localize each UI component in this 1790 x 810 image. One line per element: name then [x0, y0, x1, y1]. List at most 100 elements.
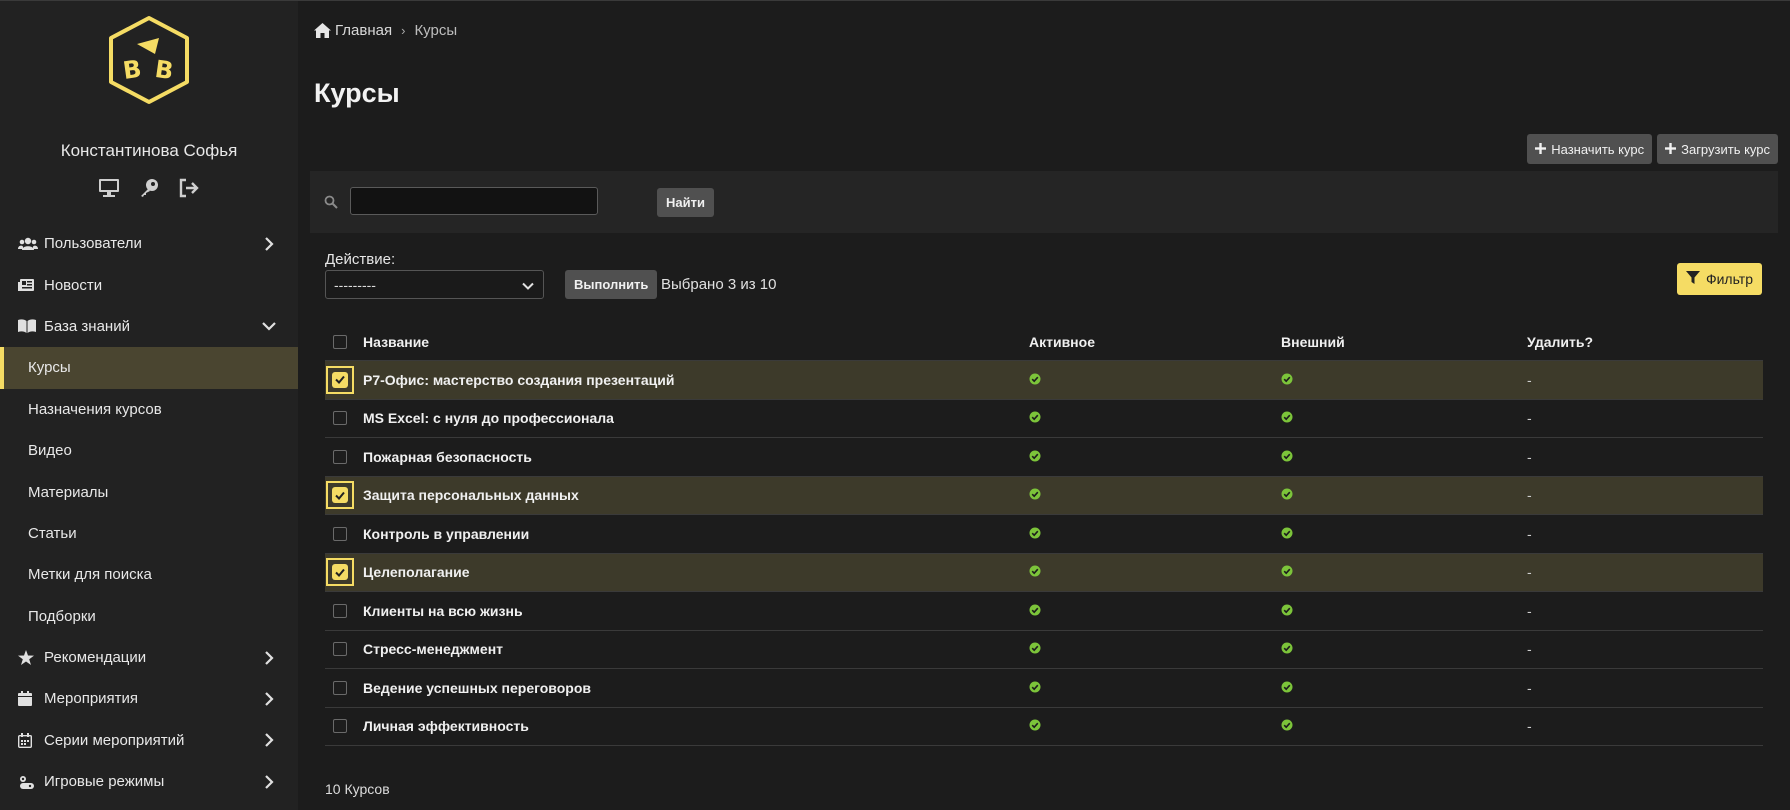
svg-text:B: B	[121, 55, 143, 85]
sidebar-item-collections[interactable]: Подборки	[0, 596, 298, 637]
filter-button[interactable]: Фильтр	[1676, 263, 1762, 295]
table-header: Название Активное Внешний Удалить?	[325, 324, 1763, 361]
sidebar-item-users[interactable]: Пользователи	[0, 223, 298, 264]
sidebar-item-courses[interactable]: Курсы	[0, 347, 298, 389]
sidebar-item-event-series[interactable]: Серии мероприятий	[0, 720, 298, 761]
row-checkbox[interactable]	[333, 603, 347, 618]
external-check-icon	[1281, 641, 1293, 657]
search-button[interactable]: Найти	[657, 188, 714, 217]
course-name-link[interactable]: Контроль в управлении	[363, 526, 529, 542]
upload-course-label: Загрузить курс	[1681, 141, 1770, 157]
action-label: Действие:	[325, 251, 396, 268]
action-select[interactable]: ---------	[325, 270, 544, 299]
upload-course-button[interactable]: Загрузить курс	[1657, 134, 1778, 164]
delete-cell: -	[1527, 525, 1532, 542]
filter-icon	[1685, 270, 1700, 288]
table-row: Пожарная безопасность -	[325, 438, 1763, 477]
table-row: Защита персональных данных -	[325, 476, 1763, 515]
delete-cell: -	[1527, 448, 1532, 465]
star-icon	[18, 650, 40, 666]
row-checkbox[interactable]	[333, 411, 347, 426]
sidebar-item-knowledge-base[interactable]: База знаний	[0, 306, 298, 347]
sidebar-item-video[interactable]: Видео	[0, 430, 298, 471]
course-name-link[interactable]: Р7-Офис: мастерство создания презентаций	[363, 372, 675, 388]
logout-icon[interactable]	[177, 177, 201, 199]
header-active[interactable]: Активное	[1029, 334, 1095, 350]
course-name-link[interactable]: Стресс-менеджмент	[363, 641, 503, 657]
action-select-value: ---------	[334, 276, 376, 293]
row-checkbox[interactable]	[326, 481, 354, 510]
table-body: Р7-Офис: мастерство создания презентаций…	[325, 361, 1763, 746]
plus-icon	[1665, 142, 1677, 157]
course-name-link[interactable]: Целеполагание	[363, 564, 469, 580]
course-name-link[interactable]: MS Excel: с нуля до профессионала	[363, 410, 614, 426]
sidebar-item-label: Назначения курсов	[28, 400, 162, 418]
table-row: Клиенты на всю жизнь -	[325, 592, 1763, 631]
active-check-icon	[1029, 564, 1041, 580]
row-checkbox[interactable]	[333, 642, 347, 657]
course-name-link[interactable]: Пожарная безопасность	[363, 449, 532, 465]
course-name-link[interactable]: Личная эффективность	[363, 718, 529, 734]
delete-cell: -	[1527, 371, 1532, 388]
row-checkbox[interactable]	[333, 449, 347, 464]
select-all-checkbox[interactable]	[333, 335, 347, 349]
delete-cell: -	[1527, 679, 1532, 696]
filter-label: Фильтр	[1705, 271, 1753, 287]
search-bar: Найти	[310, 171, 1778, 233]
table-row: MS Excel: с нуля до профессионала -	[325, 400, 1763, 438]
search-input[interactable]	[350, 187, 598, 215]
external-check-icon	[1281, 449, 1293, 465]
header-external[interactable]: Внешний	[1281, 334, 1345, 350]
row-checkbox[interactable]	[326, 558, 354, 587]
chevron-down-icon	[262, 319, 276, 333]
course-name-link[interactable]: Клиенты на всю жизнь	[363, 603, 523, 619]
page-title: Курсы	[314, 78, 400, 108]
sidebar-item-events[interactable]: Мероприятия	[0, 678, 298, 719]
active-check-icon	[1029, 487, 1041, 503]
table-row: Стресс-менеджмент -	[325, 631, 1763, 669]
sidebar-item-label: Игровые режимы	[44, 773, 165, 791]
users-icon	[18, 237, 40, 251]
breadcrumb: Главная › Курсы	[314, 22, 457, 39]
home-icon[interactable]	[314, 23, 331, 38]
breadcrumb-home-link[interactable]: Главная	[335, 22, 392, 39]
row-checkbox[interactable]	[333, 526, 347, 541]
sidebar-item-articles[interactable]: Статьи	[0, 513, 298, 554]
chevron-right-icon	[262, 774, 276, 789]
key-icon[interactable]	[137, 177, 161, 199]
calendar-grid-icon	[18, 732, 40, 748]
sidebar-item-news[interactable]: Новости	[0, 264, 298, 305]
assign-course-button[interactable]: Назначить курс	[1527, 134, 1653, 164]
checkmark-icon	[332, 487, 348, 504]
sidebar-item-materials[interactable]: Материалы	[0, 471, 298, 512]
sidebar-item-game-modes[interactable]: Игровые режимы	[0, 761, 298, 802]
sidebar-item-label: Материалы	[28, 483, 109, 501]
active-check-icon	[1029, 372, 1041, 388]
monitor-icon[interactable]	[97, 177, 121, 199]
logo-icon[interactable]: B B	[103, 14, 195, 106]
header-name[interactable]: Название	[363, 334, 429, 350]
assign-course-label: Назначить курс	[1551, 141, 1645, 157]
svg-text:B: B	[153, 55, 175, 85]
checkmark-icon	[332, 564, 348, 581]
sidebar-item-course-assignments[interactable]: Назначения курсов	[0, 389, 298, 430]
row-checkbox[interactable]	[326, 365, 354, 394]
course-name-link[interactable]: Защита персональных данных	[363, 487, 579, 503]
row-checkbox[interactable]	[333, 680, 347, 695]
active-check-icon	[1029, 449, 1041, 465]
active-check-icon	[1029, 603, 1041, 619]
table-row: Личная эффективность -	[325, 708, 1763, 746]
external-check-icon	[1281, 526, 1293, 542]
sidebar-item-search-tags[interactable]: Метки для поиска	[0, 554, 298, 595]
chevron-right-icon	[262, 692, 276, 706]
course-name-link[interactable]: Ведение успешных переговоров	[363, 680, 591, 696]
row-checkbox[interactable]	[333, 719, 347, 734]
active-check-icon	[1029, 641, 1041, 657]
run-action-button[interactable]: Выполнить	[565, 270, 658, 299]
result-count: 10 Курсов	[325, 781, 390, 797]
delete-cell: -	[1527, 564, 1532, 581]
sidebar-item-recommendations[interactable]: Рекомендации	[0, 637, 298, 678]
sidebar-item-label: Серии мероприятий	[44, 731, 185, 749]
checkmark-icon	[332, 371, 348, 388]
sidebar-item-label: База знаний	[44, 317, 130, 335]
